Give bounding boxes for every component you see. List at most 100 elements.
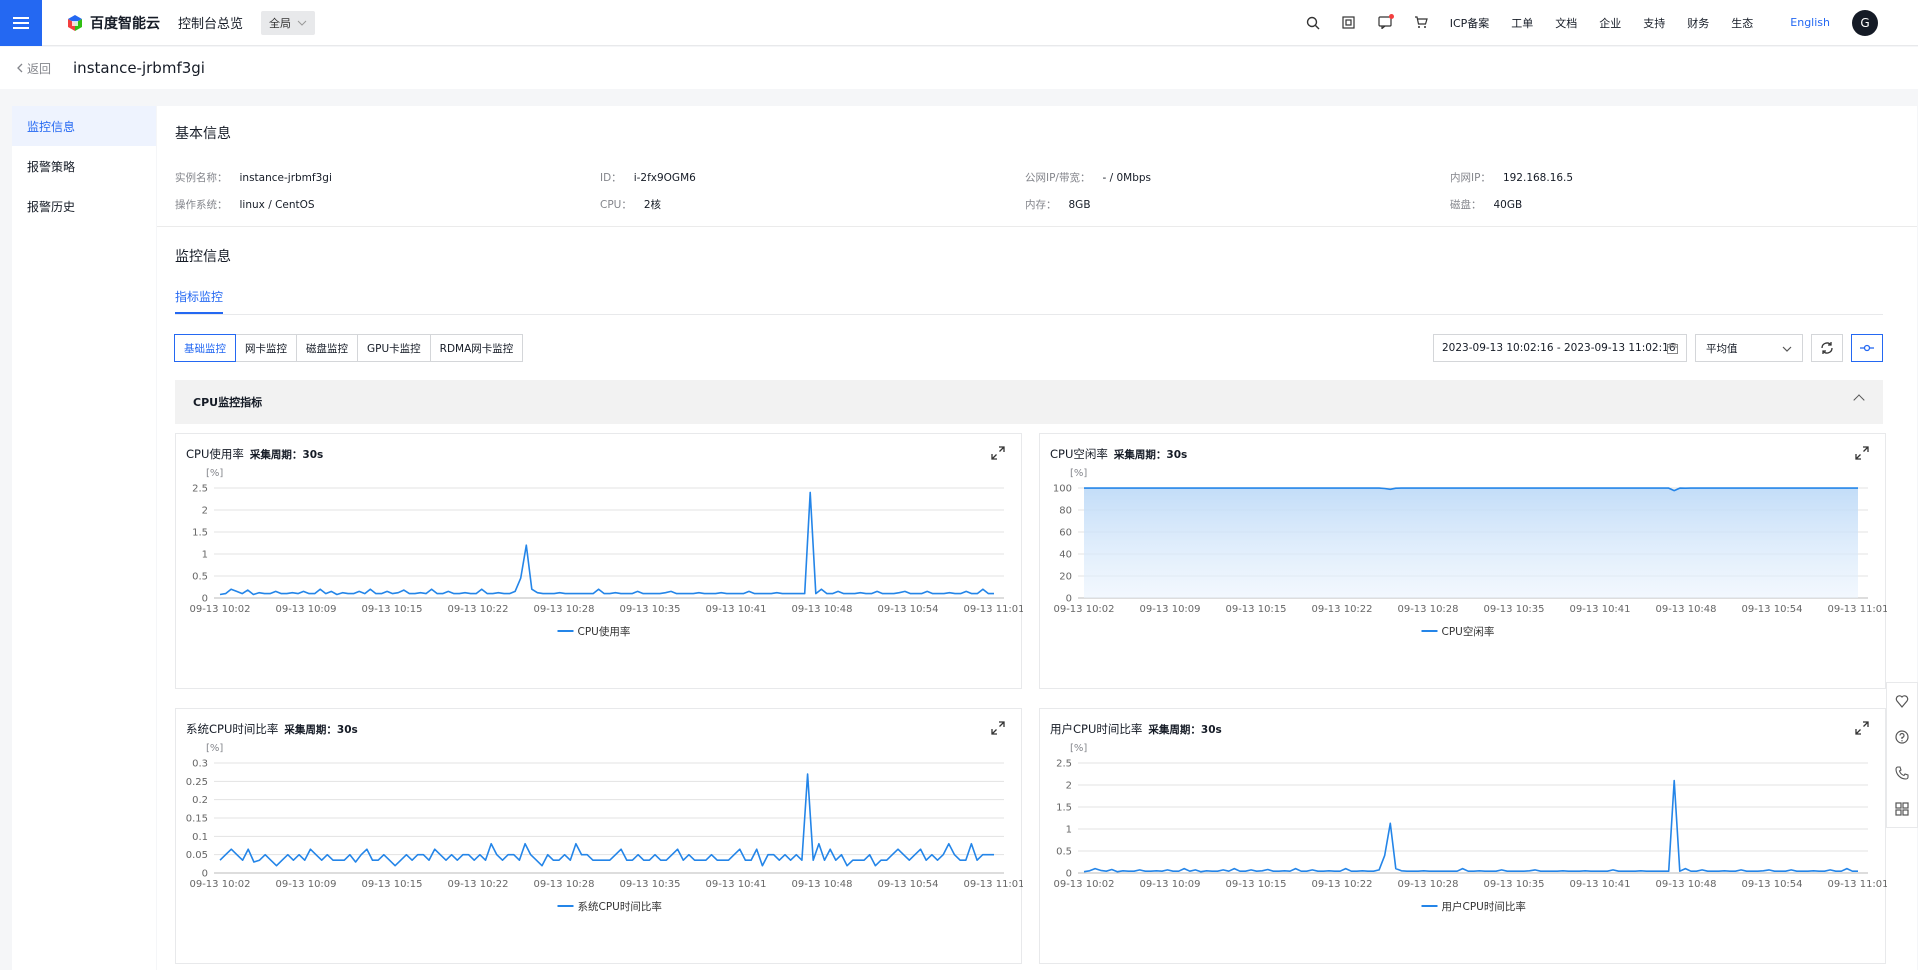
menu-icon[interactable] <box>0 0 42 46</box>
legend-label[interactable]: 用户CPU时间比率 <box>1442 900 1526 913</box>
x-tick-label: 09-13 10:48 <box>1655 879 1716 890</box>
x-tick-label: 09-13 11:01 <box>1827 879 1887 890</box>
date-range-picker[interactable]: 2023-09-13 10:02:16 - 2023-09-13 11:02:1… <box>1433 334 1687 362</box>
y-tick-label: 0 <box>1066 869 1072 880</box>
chart-plot: [%] 0 20 40 60 80 100 09-13 10:02 09-13 10:09 09-… <box>1053 468 1887 638</box>
aggregate-select[interactable]: 平均值 <box>1695 334 1803 362</box>
chart-plot: [%] 0 0.5 1 1.5 2 2.5 09-13 10:02 09-13 10:09 09-… <box>1053 743 1887 913</box>
info-value: 192.168.16.5 <box>1502 172 1574 184</box>
legend-label[interactable]: 系统CPU时间比率 <box>578 900 662 913</box>
info-value: 2核 <box>643 199 662 211</box>
chart-plot: [%] 0 0.5 1 1.5 2 2.5 09-13 10:02 09-13 10:09 09-… <box>189 468 1023 638</box>
help-icon[interactable] <box>1895 730 1909 744</box>
y-unit-label: [%] <box>206 743 223 754</box>
x-tick-label: 09-13 10:35 <box>619 604 680 615</box>
x-tick-label: 09-13 11:01 <box>963 604 1023 615</box>
brand-logo[interactable]: 百度智能云 <box>66 13 160 33</box>
basic-monitor-button[interactable]: 基础监控 <box>174 334 236 362</box>
nav-link-finance[interactable]: 财务 <box>1676 15 1720 31</box>
calendar-icon <box>1667 343 1678 354</box>
x-tick-label: 09-13 11:01 <box>1827 604 1887 615</box>
nav-link-docs[interactable]: 文档 <box>1544 15 1588 31</box>
x-tick-label: 09-13 10:48 <box>791 604 852 615</box>
x-tick-label: 09-13 10:15 <box>361 879 422 890</box>
y-tick-label: 0.25 <box>186 777 208 788</box>
y-tick-label: 0.1 <box>192 832 208 843</box>
search-icon[interactable] <box>1295 16 1331 30</box>
info-row: 操作系统： linux / CentOS CPU： 2核 内存： 8GB 磁盘： 40G… <box>175 191 1875 218</box>
x-tick-label: 09-13 10:28 <box>1397 879 1458 890</box>
info-key: 操作系统： <box>175 199 228 211</box>
rdma-monitor-button[interactable]: RDMA网卡监控 <box>429 334 524 362</box>
monitor-toolbar: 2023-09-13 10:02:16 - 2023-09-13 11:02:1… <box>1433 334 1883 362</box>
x-tick-label: 09-13 10:22 <box>447 879 508 890</box>
refresh-icon <box>1821 342 1833 354</box>
info-key: 内网IP： <box>1450 172 1491 184</box>
disk-monitor-button[interactable]: 磁盘监控 <box>296 334 358 362</box>
x-tick-label: 09-13 10:02 <box>1053 879 1114 890</box>
nic-monitor-button[interactable]: 网卡监控 <box>235 334 297 362</box>
y-tick-label: 20 <box>1059 572 1072 583</box>
phone-icon[interactable] <box>1895 766 1909 780</box>
info-key: 磁盘： <box>1450 199 1482 211</box>
y-tick-label: 1.5 <box>192 528 208 539</box>
nav-link-ecosystem[interactable]: 生态 <box>1720 15 1764 31</box>
chevron-left-icon <box>17 63 23 73</box>
nav-link-ticket[interactable]: 工单 <box>1500 15 1544 31</box>
divider <box>157 226 1917 227</box>
qrcode-icon[interactable] <box>1331 16 1367 29</box>
y-tick-label: 0 <box>1066 594 1072 605</box>
y-tick-label: 1 <box>202 550 208 561</box>
brand-mark-icon <box>66 14 84 32</box>
x-tick-label: 09-13 10:35 <box>1483 879 1544 890</box>
apps-grid-icon[interactable] <box>1895 802 1909 816</box>
refresh-button[interactable] <box>1811 334 1843 362</box>
legend-label[interactable]: CPU空闲率 <box>1442 625 1495 638</box>
message-icon[interactable] <box>1367 14 1403 29</box>
cart-icon[interactable] <box>1403 16 1439 29</box>
feedback-icon[interactable] <box>1895 694 1909 708</box>
nav-link-enterprise[interactable]: 企业 <box>1588 15 1632 31</box>
nav-link-icp[interactable]: ICP备案 <box>1439 15 1501 31</box>
info-key: ID： <box>600 172 622 184</box>
avatar[interactable]: G <box>1852 9 1878 36</box>
cpu-metrics-group-header[interactable]: CPU监控指标 <box>175 380 1883 424</box>
region-select[interactable]: 全局 <box>261 10 316 35</box>
x-tick-label: 09-13 10:41 <box>705 879 766 890</box>
aggregate-value: 平均值 <box>1706 342 1738 355</box>
y-tick-label: 0.2 <box>192 795 208 806</box>
series-line <box>219 773 994 867</box>
x-tick-label: 09-13 10:28 <box>533 879 594 890</box>
sidebar-item-monitor[interactable]: 监控信息 <box>12 106 156 146</box>
y-unit-label: [%] <box>1070 743 1087 754</box>
chart-card-cpu-idle: CPU空闲率 采集周期：30s [%] 0 20 40 60 80 100 09-13 10:02… <box>1039 433 1887 689</box>
tab-metric-monitor[interactable]: 指标监控 <box>175 288 224 314</box>
nav-link-support[interactable]: 支持 <box>1632 15 1676 31</box>
chart-card-system-cpu: 系统CPU时间比率 采集周期：30s [%] 0 0.05 0.1 0.15 0.2 0.25 0… <box>175 708 1023 964</box>
x-tick-label: 09-13 10:35 <box>1483 604 1544 615</box>
floating-toolbar <box>1886 682 1918 828</box>
x-tick-label: 09-13 10:15 <box>1225 879 1286 890</box>
x-tick-label: 09-13 10:35 <box>619 879 680 890</box>
y-tick-label: 2 <box>1066 781 1072 792</box>
chevron-down-icon <box>297 20 307 26</box>
info-value: - / 0Mbps <box>1102 172 1152 184</box>
compare-toggle-button[interactable] <box>1851 334 1883 362</box>
x-tick-label: 09-13 10:09 <box>1139 604 1200 615</box>
back-button[interactable]: 返回 <box>16 60 51 77</box>
x-tick-label: 09-13 10:41 <box>1569 604 1630 615</box>
console-overview-link[interactable]: 控制台总览 <box>178 13 243 32</box>
gpu-monitor-button[interactable]: GPU卡监控 <box>357 334 431 362</box>
legend-label[interactable]: CPU使用率 <box>578 625 631 638</box>
y-tick-label: 40 <box>1059 550 1072 561</box>
sidebar-item-alarm-history[interactable]: 报警历史 <box>12 186 156 226</box>
main-content: 基本信息 实例名称： instance-jrbmf3gi ID： i-2fx9OGM… <box>157 106 1917 970</box>
sidebar-item-alarm-policy[interactable]: 报警策略 <box>12 146 156 186</box>
sidebar: 监控信息 报警策略 报警历史 <box>12 106 156 970</box>
monitor-type-group: 基础监控 网卡监控 磁盘监控 GPU卡监控 RDMA网卡监控 <box>174 334 524 362</box>
language-switch[interactable]: English <box>1764 16 1852 29</box>
info-value: linux / CentOS <box>239 199 315 211</box>
info-cpu: CPU： 2核 <box>600 197 1025 212</box>
y-tick-label: 2 <box>202 506 208 517</box>
unread-dot <box>1388 14 1394 19</box>
